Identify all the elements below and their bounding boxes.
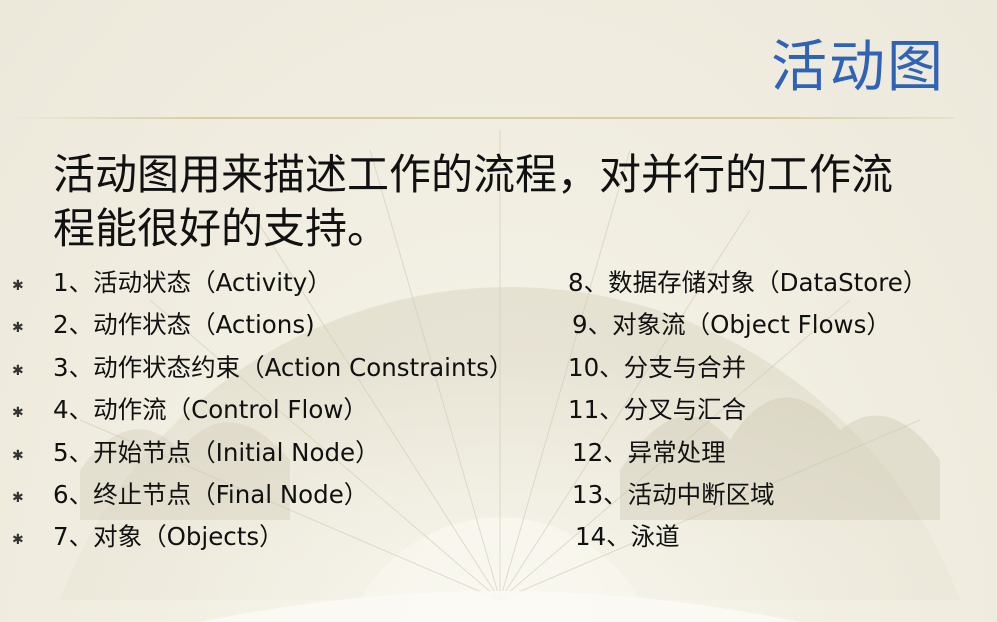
list-item: 5、开始节点（Initial Node）: [53, 438, 380, 467]
list-row: ✱ 5、开始节点（Initial Node） 12、异常处理: [0, 434, 997, 474]
list-row: ✱ 7、对象（Objects） 14、泳道: [0, 518, 997, 558]
list-item: 12、异常处理: [572, 438, 726, 467]
slide-title: 活动图: [771, 35, 945, 100]
bullet-icon: ✱: [12, 490, 24, 506]
bullet-icon: ✱: [12, 532, 24, 548]
list-item: 1、活动状态（Activity）: [53, 268, 332, 297]
list-item: 14、泳道: [575, 522, 680, 551]
list-item: 4、动作流（Control Flow）: [53, 395, 368, 424]
list-item: 11、分叉与汇合: [568, 395, 747, 424]
list-item: 13、活动中断区域: [572, 480, 775, 509]
list-item: 3、动作状态约束（Action Constraints）: [53, 353, 514, 382]
list-item: 8、数据存储对象（DataStore）: [568, 268, 928, 297]
list-row: ✱ 1、活动状态（Activity） 8、数据存储对象（DataStore）: [0, 264, 997, 304]
bullet-icon: ✱: [12, 405, 24, 421]
slide: 活动图 活动图用来描述工作的流程，对并行的工作流 程能很好的支持。 ✱ 1、活动…: [0, 0, 997, 622]
list-item: 2、动作状态（Actions): [53, 310, 315, 339]
list-item: 9、对象流（Object Flows）: [572, 310, 891, 339]
intro-line-1: 活动图用来描述工作的流程，对并行的工作流: [53, 150, 894, 199]
bullet-icon: ✱: [12, 320, 24, 336]
list-item: 6、终止节点（Final Node）: [53, 480, 369, 509]
intro-paragraph: 活动图用来描述工作的流程，对并行的工作流 程能很好的支持。: [53, 148, 997, 256]
list-row: ✱ 6、终止节点（Final Node） 13、活动中断区域: [0, 476, 997, 516]
bullet-icon: ✱: [12, 448, 24, 464]
bullet-icon: ✱: [12, 278, 24, 294]
list-row: ✱ 4、动作流（Control Flow） 11、分叉与汇合: [0, 391, 997, 431]
bullet-icon: ✱: [12, 363, 24, 379]
title-divider: [10, 117, 955, 119]
intro-line-2: 程能很好的支持。: [53, 204, 390, 253]
list-row: ✱ 2、动作状态（Actions) 9、对象流（Object Flows）: [0, 306, 997, 346]
list-row: ✱ 3、动作状态约束（Action Constraints） 10、分支与合并: [0, 349, 997, 389]
list-item: 7、对象（Objects）: [53, 522, 284, 551]
list-item: 10、分支与合并: [568, 353, 747, 382]
